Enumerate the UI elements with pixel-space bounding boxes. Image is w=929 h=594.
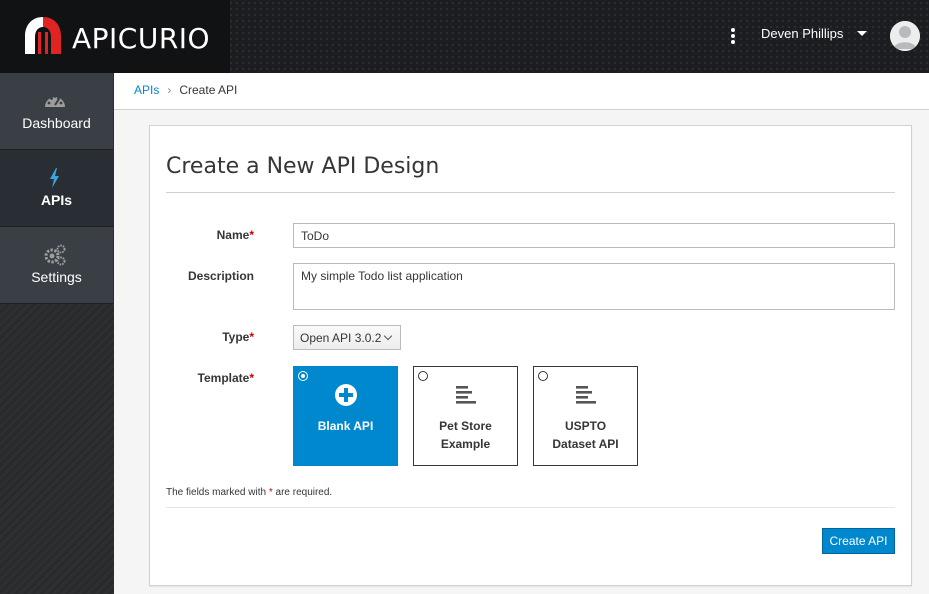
required-marker: *	[249, 371, 254, 385]
sidebar-item-label: APIs	[40, 192, 73, 208]
apicurio-logo-icon	[25, 17, 61, 54]
description-label: Description	[187, 269, 254, 283]
type-label: Type*	[150, 330, 254, 344]
type-label-text: Type	[222, 330, 250, 344]
sidebar: Dashboard APIs Settings	[0, 73, 114, 594]
required-marker: *	[249, 228, 254, 242]
dashboard-icon	[45, 95, 65, 107]
breadcrumb-current: Create API	[179, 83, 238, 97]
brand-name: APICURIO	[72, 22, 211, 55]
breadcrumb-link-apis[interactable]: APIs	[134, 83, 159, 97]
required-marker: *	[249, 330, 254, 344]
template-tile-pet-store[interactable]: Pet Store Example	[413, 366, 518, 466]
brand[interactable]: APICURIO	[0, 0, 230, 73]
gears-icon	[44, 244, 66, 266]
chevron-right-icon: ›	[167, 83, 172, 97]
sidebar-item-dashboard[interactable]: Dashboard	[0, 73, 113, 150]
plus-circle-icon	[335, 384, 357, 406]
create-api-card: Create a New API Design Name* Descriptio…	[149, 125, 912, 586]
sidebar-item-apis[interactable]: APIs	[0, 150, 113, 227]
page-title: Create a New API Design	[166, 154, 440, 179]
breadcrumb-bar: APIs › Create API	[114, 73, 929, 110]
template-label-text: Template	[197, 371, 250, 385]
template-tile-uspto[interactable]: USPTO Dataset API	[533, 366, 638, 466]
bolt-icon	[50, 168, 59, 188]
template-label: Template*	[150, 371, 254, 385]
type-value: Open API 3.0.2	[300, 330, 382, 345]
sidebar-item-label: Settings	[31, 269, 82, 285]
divider	[166, 507, 895, 508]
description-value: My simple Todo list application	[301, 269, 463, 283]
caret-down-icon	[857, 31, 868, 36]
radio-icon	[538, 371, 548, 381]
required-note: The fields marked with * are required.	[166, 487, 332, 498]
top-bar: APICURIO Deven Phillips	[0, 0, 929, 73]
description-textarea[interactable]: My simple Todo list application	[293, 263, 895, 310]
kebab-menu-icon[interactable]	[727, 26, 739, 46]
user-menu[interactable]: Deven Phillips	[761, 26, 868, 41]
note-text-after: are required.	[272, 487, 333, 498]
type-dropdown[interactable]: Open API 3.0.2	[293, 325, 401, 350]
name-input[interactable]	[293, 223, 895, 248]
template-label-pet-store: Pet Store Example	[439, 419, 492, 451]
user-name: Deven Phillips	[761, 26, 844, 41]
radio-icon	[298, 371, 308, 381]
chevron-down-icon	[384, 331, 393, 340]
divider	[166, 192, 895, 193]
sidebar-item-label: Dashboard	[22, 115, 91, 131]
sidebar-item-settings[interactable]: Settings	[0, 227, 113, 304]
align-left-icon	[456, 386, 476, 404]
note-text-before: The fields marked with	[166, 487, 269, 498]
template-label-blank-api: Blank API	[317, 419, 374, 433]
template-label-uspto: USPTO Dataset API	[552, 419, 619, 451]
breadcrumb: APIs › Create API	[134, 83, 237, 97]
name-label: Name*	[150, 228, 254, 242]
avatar[interactable]	[890, 21, 920, 51]
name-label-text: Name	[216, 228, 250, 242]
align-left-icon	[576, 386, 596, 404]
create-api-button[interactable]: Create API	[822, 528, 895, 554]
user-avatar-icon	[890, 21, 920, 51]
template-tile-blank-api[interactable]: Blank API	[293, 366, 398, 466]
radio-icon	[418, 371, 428, 381]
